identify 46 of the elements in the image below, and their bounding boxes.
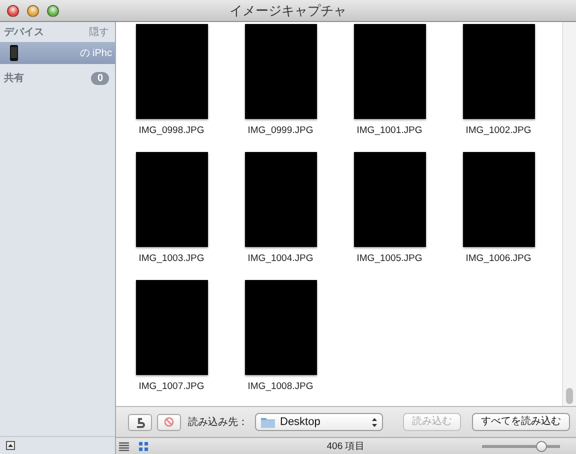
list-view-icon[interactable] (119, 442, 129, 450)
rotate-button[interactable] (128, 414, 152, 430)
photo-thumbnail[interactable] (354, 152, 426, 247)
photo-thumbnail[interactable] (136, 280, 208, 375)
device-name: の iPhc (80, 47, 112, 60)
eject-icon[interactable] (6, 441, 15, 450)
file-name: IMG_1005.JPG (356, 253, 422, 264)
window-title: イメージキャプチャ (230, 2, 346, 18)
photo-thumbnail[interactable] (462, 152, 534, 247)
photo-thumbnail[interactable] (244, 152, 316, 247)
slider-thumb[interactable] (536, 440, 548, 452)
photo-thumbnail[interactable] (136, 24, 208, 119)
import-to-label: 読み込み先： (188, 416, 248, 429)
photo-thumbnail[interactable] (354, 24, 426, 119)
updown-arrows-icon (372, 418, 377, 426)
section-header: デバイス (4, 26, 44, 39)
count-badge: 0 (91, 72, 109, 84)
minimize-button[interactable] (27, 4, 39, 16)
phone-icon (10, 45, 18, 61)
file-name: IMG_1001.JPG (356, 125, 422, 136)
rotate-icon (135, 416, 145, 428)
grid-view-icon[interactable] (139, 442, 148, 450)
folder-icon (261, 416, 275, 428)
file-name: IMG_1006.JPG (466, 253, 532, 264)
photo-thumbnail[interactable] (136, 152, 208, 247)
scrollbar-thumb[interactable] (566, 388, 573, 404)
device-item[interactable]: の iPhc (0, 42, 115, 64)
file-name: IMG_0999.JPG (248, 125, 314, 136)
section-header: 共有 (4, 72, 24, 85)
destination-popup[interactable]: Desktop (255, 413, 383, 431)
photo-thumbnail[interactable] (462, 24, 534, 119)
zoom-button[interactable] (47, 4, 59, 16)
file-name: IMG_1002.JPG (466, 125, 532, 136)
photo-thumbnail[interactable] (244, 280, 316, 375)
file-name: IMG_1003.JPG (138, 253, 204, 264)
close-button[interactable] (7, 4, 19, 16)
prohibited-icon (164, 417, 174, 427)
photo-thumbnail[interactable] (244, 24, 316, 119)
file-name: IMG_0998.JPG (138, 125, 204, 136)
item-count: 406 項目 (326, 440, 366, 452)
file-name: IMG_1004.JPG (248, 253, 314, 264)
hide-link[interactable]: 隠す (89, 25, 109, 39)
import-button[interactable]: すべてを読み込む (472, 413, 570, 431)
file-name: IMG_1008.JPG (248, 381, 314, 392)
file-name: IMG_1007.JPG (138, 381, 204, 392)
delete-button[interactable] (157, 414, 181, 430)
